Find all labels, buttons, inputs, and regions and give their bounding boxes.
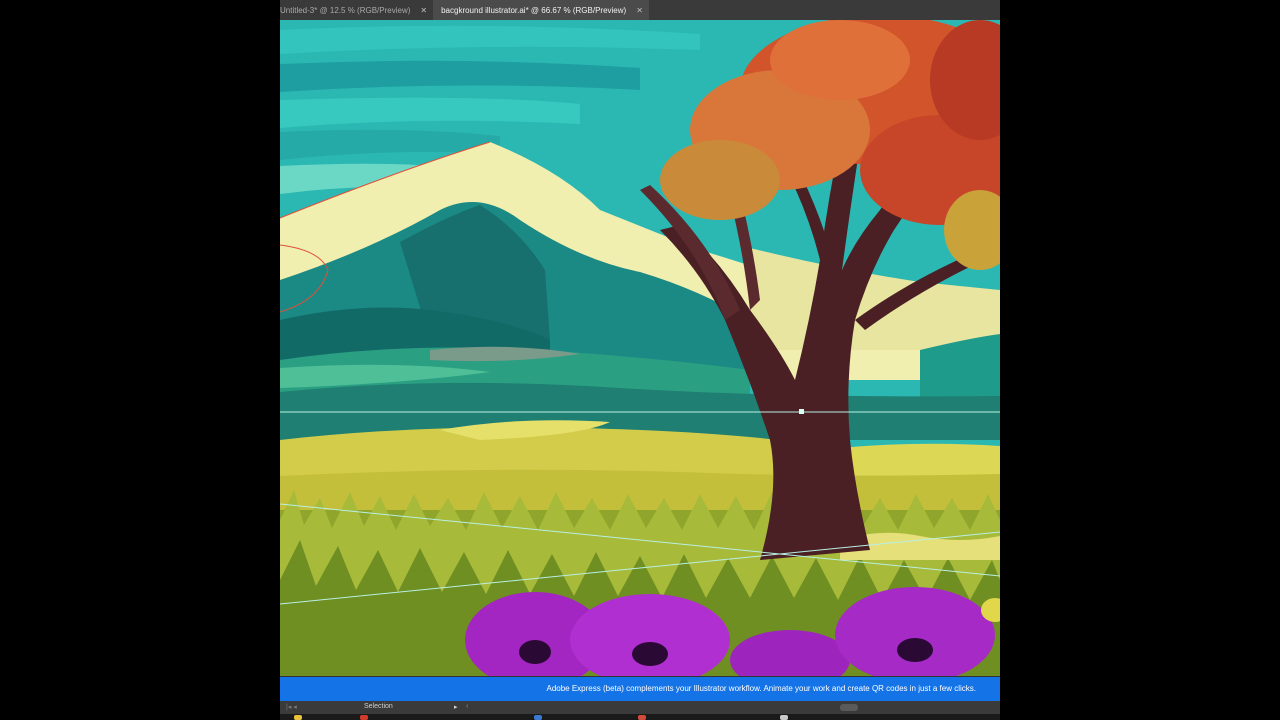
document-tab-bar: Untitled-3* @ 12.5 % (RGB/Preview) ✕ bac… bbox=[280, 0, 1000, 20]
app-icon[interactable] bbox=[638, 715, 646, 720]
horizontal-scrollbar[interactable] bbox=[840, 704, 858, 711]
app-icon[interactable] bbox=[780, 715, 788, 720]
tab-background-illustrator[interactable]: bacgkround illustrator.ai* @ 66.67 % (RG… bbox=[433, 0, 649, 20]
tab-label: bacgkround illustrator.ai* @ 66.67 % (RG… bbox=[441, 5, 627, 15]
artboard-nav-icon[interactable]: |◂ ◂ bbox=[286, 703, 297, 711]
app-icon[interactable] bbox=[294, 715, 302, 720]
app-icon[interactable] bbox=[534, 715, 542, 720]
tab-label: Untitled-3* @ 12.5 % (RGB/Preview) bbox=[280, 5, 411, 15]
banner-text: Adobe Express (beta) complements your Il… bbox=[546, 684, 976, 693]
status-bar: |◂ ◂ Selection ▸ ‹ bbox=[280, 701, 1000, 714]
illustrator-window: Untitled-3* @ 12.5 % (RGB/Preview) ✕ bac… bbox=[280, 0, 1000, 720]
close-icon[interactable]: ✕ bbox=[636, 6, 643, 15]
app-icon[interactable] bbox=[360, 715, 368, 720]
adobe-express-banner[interactable]: Adobe Express (beta) complements your Il… bbox=[280, 677, 1000, 701]
close-icon[interactable]: ✕ bbox=[420, 6, 427, 15]
taskbar bbox=[280, 714, 1000, 720]
artboard-canvas[interactable] bbox=[280, 20, 1000, 676]
scroll-left-icon[interactable]: ‹ bbox=[466, 703, 468, 710]
current-tool-label: Selection bbox=[364, 703, 393, 710]
tab-untitled-3[interactable]: Untitled-3* @ 12.5 % (RGB/Preview) ✕ bbox=[280, 0, 433, 20]
tool-menu-arrow-icon[interactable]: ▸ bbox=[454, 703, 458, 711]
